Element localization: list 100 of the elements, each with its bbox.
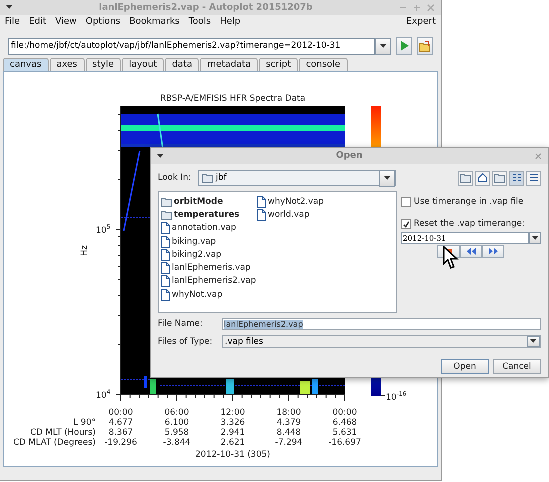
look-in-combo[interactable]: jbf	[198, 170, 396, 186]
ephemeris-value: 2.621	[220, 438, 246, 448]
y-tick-label: 10$^{5}$	[96, 224, 111, 236]
previous-button[interactable]	[460, 245, 482, 258]
tab[interactable]: canvas	[3, 58, 49, 71]
y-axis-label: Hz	[80, 246, 90, 256]
menu-item[interactable]: Help	[220, 17, 241, 27]
ephemeris-value: 5.958	[164, 428, 190, 438]
file-name-field[interactable]: lanlEphemeris2.vap	[222, 318, 541, 330]
ephemeris-value: 4.677	[108, 418, 134, 428]
x-tick-label: 12:00	[220, 408, 246, 418]
menu-item[interactable]: Tools	[188, 17, 212, 27]
menu-item[interactable]: Bookmarks	[130, 17, 180, 27]
dropdown-button[interactable]	[529, 232, 541, 244]
document-icon	[257, 208, 266, 221]
directory-entry[interactable]: lanlEphemeris.vap	[161, 261, 257, 275]
directory-entry[interactable]: biking2.vap	[161, 248, 257, 262]
ephemeris-value: 2.941	[220, 428, 246, 438]
rewind-icon	[466, 248, 476, 255]
directory-entry[interactable]: whyNot2.vap	[257, 195, 353, 208]
tab[interactable]: console	[299, 58, 348, 71]
directory-entry[interactable]: temperatures	[161, 208, 257, 222]
tab[interactable]: data	[165, 58, 200, 71]
file-name-label: File Name:	[158, 319, 204, 329]
menu-item[interactable]: Edit	[29, 17, 46, 27]
ephemeris-value: 8.448	[276, 428, 302, 438]
caret-icon	[6, 5, 13, 10]
look-in-label: Look In:	[158, 173, 192, 183]
ephemeris-value: -3.844	[163, 438, 191, 448]
document-icon	[161, 222, 170, 234]
tab[interactable]: layout	[122, 58, 164, 71]
menu-item[interactable]: File	[5, 17, 20, 27]
home-button[interactable]	[475, 170, 490, 186]
directory-entry[interactable]: annotation.vap	[161, 222, 257, 235]
window-title: lanlEphemeris2.vap - Autoplot 20151207b	[98, 2, 314, 12]
dropdown-button[interactable]	[379, 170, 395, 186]
tab[interactable]: script	[259, 58, 298, 71]
ephemeris-value: -7.294	[275, 438, 303, 448]
tab[interactable]: metadata	[200, 58, 258, 71]
caret-icon	[532, 236, 538, 240]
address-field[interactable]: file:/home/jbf/ct/autoplot/vap/jbf/lanlEphemeris2.vap?timerange=2012-10-31	[8, 38, 376, 54]
ephemeris-value: 4.379	[276, 418, 302, 428]
house-icon	[478, 173, 488, 183]
new-folder-button[interactable]	[492, 170, 507, 186]
mouse-pointer-icon	[443, 246, 459, 270]
menu-item[interactable]: Options	[86, 17, 121, 27]
ephemeris-value: -19.296	[104, 438, 138, 448]
directory-entry[interactable]: whyNot.vap	[161, 288, 257, 302]
directory-entry[interactable]: world.vap	[257, 208, 353, 222]
folder-icon	[460, 173, 471, 183]
colorbar-tick-label: 10$^{-16}$	[386, 391, 407, 403]
folder-icon	[419, 40, 432, 52]
folder-icon	[161, 196, 172, 207]
caret-icon	[380, 44, 387, 48]
dropdown-button[interactable]	[375, 38, 392, 54]
x-tick-label: 00:00	[108, 408, 134, 418]
ephemeris-value: 5.631	[332, 428, 358, 438]
document-icon	[161, 262, 170, 274]
caret-icon	[157, 154, 164, 158]
document-icon	[161, 288, 170, 301]
ephemeris-value: -16.697	[328, 438, 362, 448]
file-type-combo[interactable]: .vap files	[222, 335, 541, 348]
ephemeris-value: 8.367	[108, 428, 134, 438]
folder-icon	[202, 173, 213, 183]
y-tick-label: 10$^{4}$	[96, 389, 111, 401]
plot-title: RBSP-A/EMFISIS HFR Spectra Data	[160, 94, 306, 104]
tab[interactable]: axes	[50, 58, 84, 71]
open-button[interactable]: Open	[441, 359, 489, 374]
open-folder-button[interactable]	[417, 37, 433, 55]
caret-icon	[530, 339, 537, 344]
play-button[interactable]	[396, 37, 412, 55]
directory-entry[interactable]: orbitMode	[161, 195, 257, 208]
folder-icon	[161, 210, 172, 220]
x-tick-label: 18:00	[276, 408, 302, 418]
document-icon	[257, 196, 266, 208]
file-type-label: Files of Type:	[158, 336, 214, 346]
folder-icon	[494, 173, 505, 183]
ephemeris-label: CD MLAT (Degrees)	[14, 438, 96, 448]
tab[interactable]: style	[86, 58, 122, 71]
details-icon	[528, 173, 538, 183]
menu-item[interactable]: Expert	[406, 17, 436, 27]
play-icon	[400, 41, 409, 51]
option-checkbox[interactable]: Reset the .vap timerange:	[401, 217, 541, 231]
directory-entry[interactable]: biking.vap	[161, 234, 257, 248]
up-folder-button[interactable]	[458, 170, 473, 186]
menu-item[interactable]: View	[56, 17, 77, 27]
caret-icon	[384, 176, 390, 180]
document-icon	[161, 236, 170, 248]
next-button[interactable]	[482, 245, 504, 258]
ephemeris-label: L 90°	[73, 418, 96, 428]
details-view-button[interactable]	[526, 170, 541, 186]
directory-entry[interactable]: lanlEphemeris2.vap	[161, 274, 257, 288]
checkmark-icon	[402, 220, 410, 228]
option-checkbox[interactable]: Use timerange in .vap file	[401, 195, 541, 209]
list-view-button[interactable]	[509, 170, 524, 186]
ephemeris-value: 6.100	[164, 418, 190, 428]
ephemeris-value: 3.326	[220, 418, 246, 428]
x-tick-label: 06:00	[164, 408, 190, 418]
document-icon	[161, 275, 170, 288]
cancel-button[interactable]: Cancel	[493, 359, 541, 374]
